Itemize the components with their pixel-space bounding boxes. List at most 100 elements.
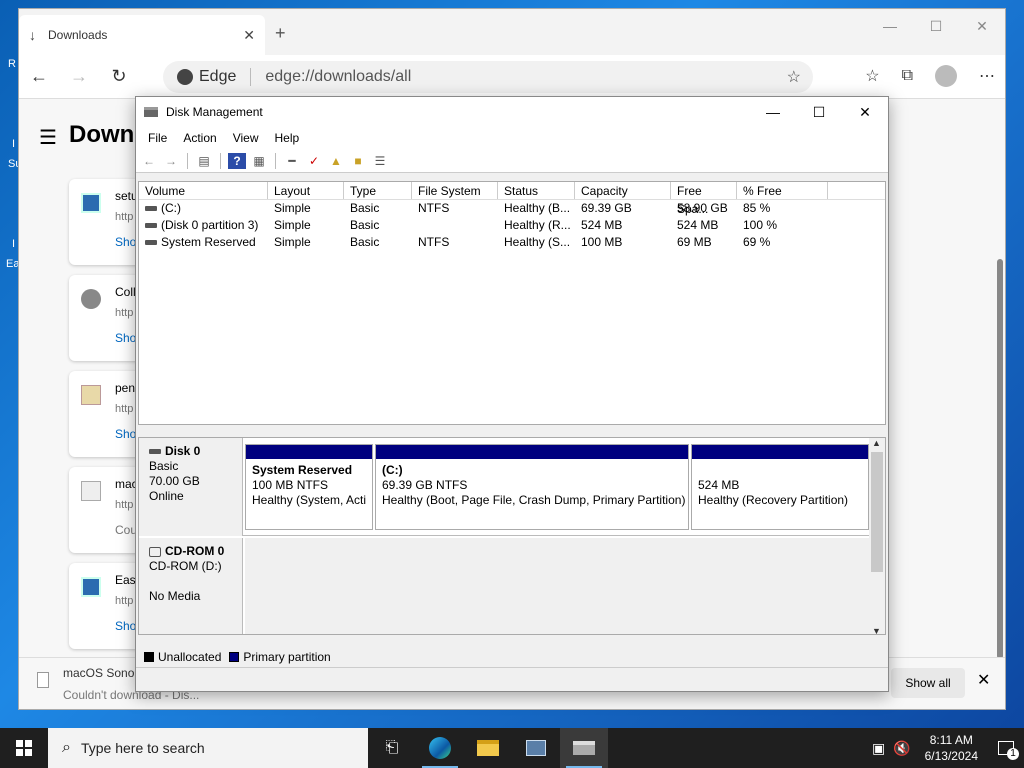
column-type[interactable]: Type [344, 182, 412, 199]
minimize-button[interactable]: — [867, 9, 913, 43]
check-icon[interactable]: ✓ [305, 153, 323, 169]
collections-icon[interactable]: ⧉ [902, 67, 913, 85]
close-button[interactable]: ✕ [959, 9, 1005, 43]
close-download-bar-icon[interactable]: ✕ [977, 670, 990, 690]
tab-downloads[interactable]: ↓ Downloads ✕ [19, 15, 265, 55]
layout-cell: Simple [274, 201, 311, 215]
desktop-icon-label[interactable]: R [8, 58, 16, 70]
maximize-button[interactable]: ☐ [913, 9, 959, 43]
desktop-icon-label[interactable]: I [12, 238, 15, 250]
legend-label: Unallocated [158, 650, 222, 664]
window-controls: — ☐ ✕ [750, 97, 888, 127]
clock[interactable]: 8:11 AM 6/13/2024 [915, 732, 988, 764]
profile-avatar[interactable] [935, 65, 957, 87]
partition-recovery[interactable]: 524 MB Healthy (Recovery Partition) [691, 444, 869, 530]
volume-row[interactable]: System Reserved Simple Basic NTFS Health… [139, 234, 885, 251]
connect-disk-icon[interactable]: ━ [283, 153, 301, 169]
scroll-up-icon[interactable]: ▲ [872, 438, 881, 448]
fs-cell: NTFS [418, 235, 450, 249]
show-in-folder-link[interactable]: Sho [115, 619, 136, 633]
download-url: http [115, 211, 134, 223]
menu-action[interactable]: Action [175, 131, 224, 145]
forward-button[interactable]: → [59, 66, 99, 87]
network-icon[interactable]: ▣ [868, 740, 889, 757]
fs-cell: NTFS [418, 201, 450, 215]
clock-time: 8:11 AM [929, 733, 973, 747]
free-cell: 524 MB [677, 218, 719, 232]
column-layout[interactable]: Layout [268, 182, 344, 199]
column-percent-free[interactable]: % Free [737, 182, 828, 199]
disk-size: 70.00 GB [149, 474, 200, 488]
scrollbar-thumb[interactable] [871, 452, 883, 572]
back-arrow-icon[interactable]: ← [140, 153, 158, 169]
search-folder-icon[interactable]: ■ [349, 153, 367, 169]
disk-icon [149, 449, 161, 455]
forward-arrow-icon[interactable]: → [162, 153, 180, 169]
cdrom-0-label[interactable]: CD-ROM 0 CD-ROM (D:) No Media [139, 538, 243, 634]
download-url: http [115, 403, 134, 415]
download-bar-file[interactable]: macOS Sonon [63, 666, 141, 680]
column-file-system[interactable]: File System [412, 182, 498, 199]
minimize-button[interactable]: — [750, 97, 796, 127]
folder-up-icon[interactable]: ▲ [327, 153, 345, 169]
volume-muted-icon[interactable]: 🔇 [889, 740, 914, 757]
graph-scrollbar[interactable]: ▲ ▼ [869, 438, 885, 634]
volume-cell: (C:) [139, 200, 268, 217]
menu-help[interactable]: Help [267, 131, 308, 145]
close-button[interactable]: ✕ [842, 97, 888, 127]
show-in-folder-link[interactable]: Sho [115, 331, 136, 345]
close-tab-icon[interactable]: ✕ [243, 27, 255, 44]
menu-view[interactable]: View [225, 131, 267, 145]
capacity-cell: 524 MB [581, 218, 623, 232]
address-bar[interactable]: Edge edge://downloads/all ☆ [163, 61, 813, 93]
notification-center-button[interactable]: 1 [988, 728, 1024, 768]
show-hide-console-tree-icon[interactable]: ▤ [195, 153, 213, 169]
column-volume[interactable]: Volume [139, 182, 268, 199]
menu-file[interactable]: File [140, 131, 175, 145]
help-icon[interactable]: ? [228, 152, 246, 169]
task-view-icon: ⎗ [385, 739, 399, 756]
volume-row[interactable]: (C:) Simple Basic NTFS Healthy (B... 69.… [139, 200, 885, 217]
show-all-button[interactable]: Show all [891, 668, 965, 698]
maximize-button[interactable]: ☐ [796, 97, 842, 127]
taskbar-file-explorer[interactable] [464, 728, 512, 768]
scroll-down-icon[interactable]: ▼ [872, 626, 881, 634]
taskbar-disk-management[interactable] [560, 728, 608, 768]
disk-0-label[interactable]: Disk 0 Basic 70.00 GB Online [139, 438, 243, 536]
page-scrollbar[interactable] [995, 99, 1005, 659]
start-button[interactable] [0, 728, 48, 768]
taskbar-computer-management[interactable] [512, 728, 560, 768]
scrollbar-thumb[interactable] [997, 259, 1003, 659]
column-capacity[interactable]: Capacity [575, 182, 671, 199]
installer-icon [81, 193, 101, 213]
partition-status: Healthy (System, Acti [252, 493, 367, 507]
volume-name: System Reserved [161, 235, 256, 249]
settings-list-icon[interactable]: ☰ [371, 153, 389, 169]
volume-icon [145, 223, 157, 229]
properties-icon[interactable]: ▦ [250, 153, 268, 169]
menu-icon[interactable]: ☰ [39, 125, 57, 150]
cdrom-empty-area [245, 538, 871, 634]
taskbar-edge[interactable] [416, 728, 464, 768]
desktop-icon-label[interactable]: I [12, 138, 15, 150]
task-view-button[interactable]: ⎗ [368, 728, 416, 768]
volume-row[interactable]: (Disk 0 partition 3) Simple Basic Health… [139, 217, 885, 234]
favorites-icon[interactable]: ☆ [865, 66, 879, 86]
taskbar-search[interactable]: ⌕ Type here to search [48, 728, 368, 768]
tab-title: Downloads [48, 28, 108, 42]
download-url: http [115, 499, 134, 511]
new-tab-button[interactable]: + [275, 23, 286, 44]
column-status[interactable]: Status [498, 182, 575, 199]
show-in-folder-link[interactable]: Sho [115, 235, 136, 249]
back-button[interactable]: ← [19, 66, 59, 87]
favorite-star-icon[interactable]: ☆ [787, 67, 801, 87]
disk-management-icon [144, 107, 158, 117]
column-free-space[interactable]: Free Spa... [671, 182, 737, 216]
partition-c-drive[interactable]: (C:) 69.39 GB NTFS Healthy (Boot, Page F… [375, 444, 689, 530]
fs-cell [412, 217, 498, 234]
more-menu-icon[interactable]: ⋯ [979, 66, 995, 86]
refresh-button[interactable]: ↻ [99, 66, 139, 87]
show-in-folder-link[interactable]: Sho [115, 427, 136, 441]
address-url[interactable]: edge://downloads/all [265, 68, 411, 86]
partition-system-reserved[interactable]: System Reserved 100 MB NTFS Healthy (Sys… [245, 444, 373, 530]
